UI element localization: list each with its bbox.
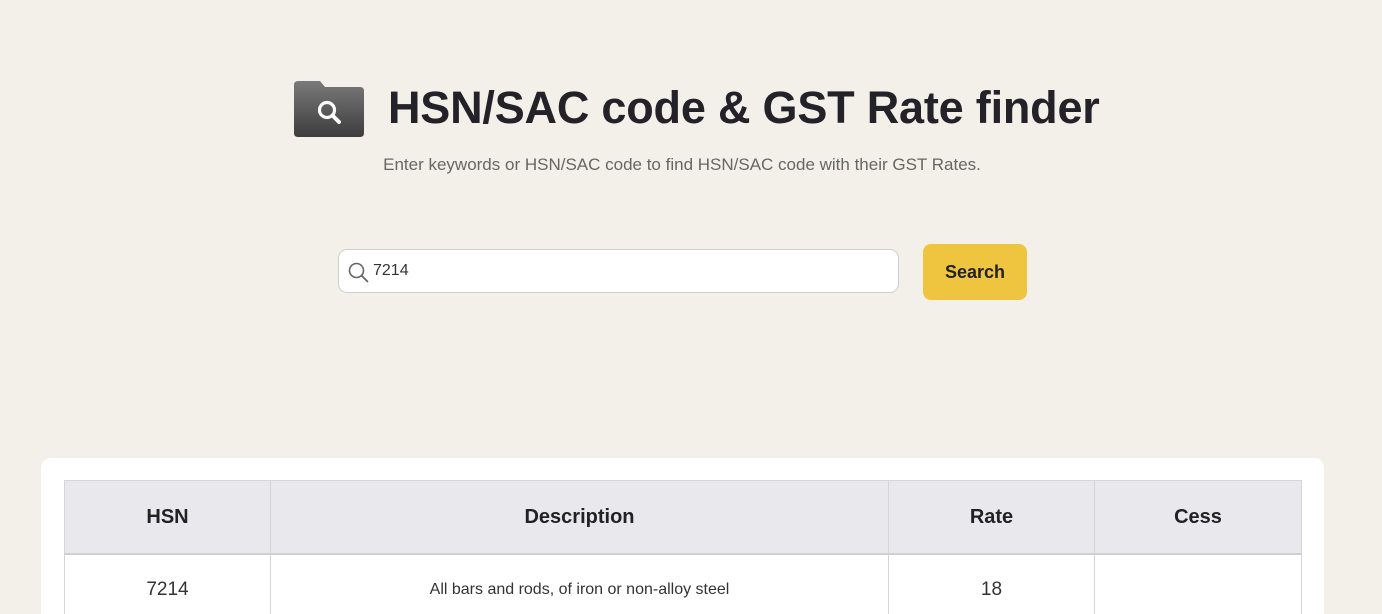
results-table: HSN Description Rate Cess 7214 All bars … <box>64 480 1302 614</box>
search-input[interactable] <box>373 256 888 286</box>
page-subtitle: Enter keywords or HSN/SAC code to find H… <box>383 155 981 174</box>
cess-cell <box>1094 553 1302 614</box>
description-cell: All bars and rods, of iron or non-alloy … <box>270 553 889 614</box>
search-box[interactable] <box>338 249 899 293</box>
column-header-rate[interactable]: Rate <box>888 480 1095 555</box>
search-icon <box>348 262 369 283</box>
search-button[interactable]: Search <box>923 244 1027 300</box>
column-header-hsn[interactable]: HSN <box>64 480 271 555</box>
hsn-cell: 7214 <box>64 553 271 614</box>
column-header-cess[interactable]: Cess <box>1094 480 1302 555</box>
rate-cell: 18 <box>888 553 1095 614</box>
results-card: HSN Description Rate Cess 7214 All bars … <box>41 458 1324 614</box>
page-title: HSN/SAC code & GST Rate finder <box>388 82 1100 133</box>
page: HSN/SAC code & GST Rate finder Enter key… <box>0 0 1382 614</box>
table-row[interactable]: 7214 All bars and rods, of iron or non-a… <box>64 553 1302 614</box>
column-header-description[interactable]: Description <box>270 480 889 555</box>
folder-search-icon <box>294 81 364 137</box>
page-header: HSN/SAC code & GST Rate finder <box>0 78 1382 138</box>
table-header-row: HSN Description Rate Cess <box>64 480 1302 555</box>
